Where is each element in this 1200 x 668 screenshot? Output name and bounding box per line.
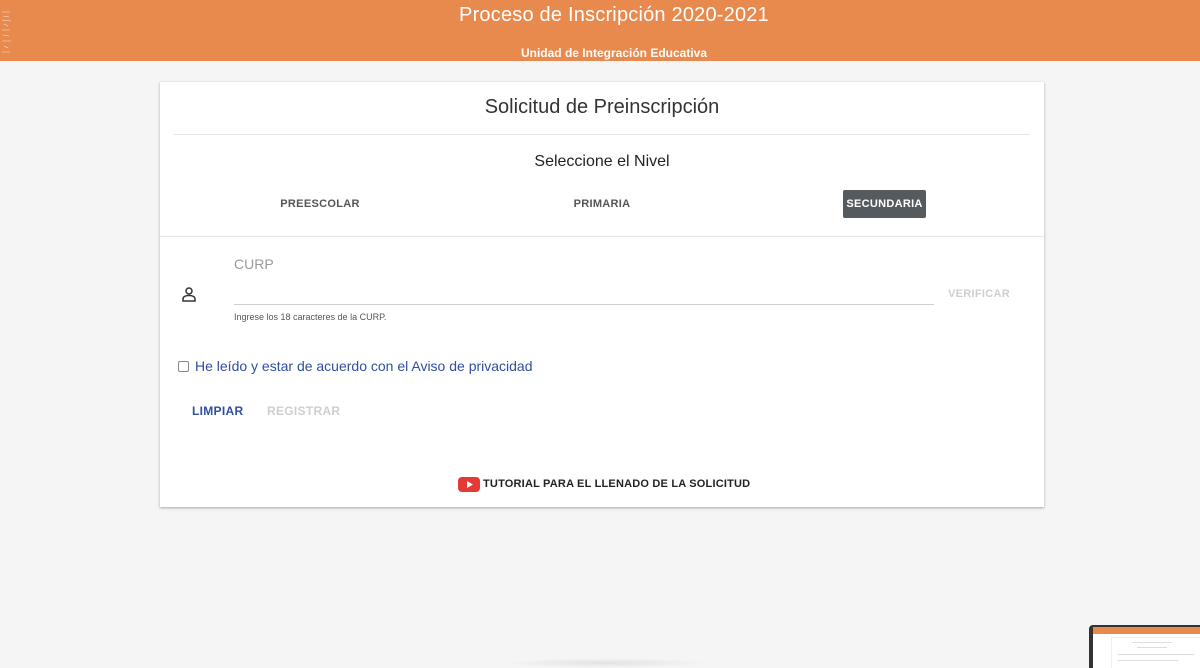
title-divider bbox=[174, 134, 1030, 135]
level-heading: Seleccione el Nivel bbox=[534, 153, 670, 170]
privacy-checkbox[interactable] bbox=[178, 361, 189, 372]
screenshot-thumbnail[interactable] bbox=[1089, 625, 1200, 668]
section-divider bbox=[160, 236, 1044, 237]
thumbnail-line bbox=[1137, 647, 1167, 648]
level-secundaria-button[interactable]: SECUNDARIA bbox=[843, 190, 926, 218]
page-title: Proceso de Inscripción 2020-2021 bbox=[459, 4, 769, 26]
level-primaria-button[interactable]: PRIMARIA bbox=[560, 190, 644, 218]
thumbnail-line bbox=[1118, 654, 1194, 655]
page: Proceso de Inscripción 2020-2021 Unidad … bbox=[0, 0, 1200, 668]
curp-hint: Ingrese los 18 caracteres de la CURP. bbox=[234, 312, 387, 322]
verify-button[interactable]: VERIFICAR bbox=[948, 288, 1010, 300]
thumbnail-card bbox=[1111, 637, 1200, 668]
tutorial-link[interactable]: TUTORIAL PARA EL LLENADO DE LA SOLICITUD bbox=[458, 475, 750, 493]
youtube-icon bbox=[458, 476, 480, 492]
card-title: Solicitud de Preinscripción bbox=[484, 96, 720, 118]
page-subtitle: Unidad de Integración Educativa bbox=[520, 46, 708, 60]
preregistration-card: Solicitud de Preinscripción Seleccione e… bbox=[160, 82, 1044, 507]
bottom-shadow bbox=[500, 658, 710, 668]
curp-label: CURP bbox=[234, 256, 274, 272]
header-banner: Proceso de Inscripción 2020-2021 Unidad … bbox=[0, 0, 1200, 61]
thumbnail-preview bbox=[1093, 627, 1200, 668]
clear-button[interactable]: LIMPIAR bbox=[192, 404, 243, 418]
level-preescolar-button[interactable]: PREESCOLAR bbox=[276, 190, 364, 218]
person-icon bbox=[182, 287, 196, 302]
thumbnail-line bbox=[1118, 660, 1178, 661]
register-button[interactable]: REGISTRAR bbox=[267, 404, 340, 418]
curp-input[interactable] bbox=[234, 278, 934, 305]
thumbnail-header bbox=[1093, 627, 1200, 634]
privacy-notice-link[interactable]: He leído y estar de acuerdo con el Aviso… bbox=[195, 358, 533, 374]
thumbnail-line bbox=[1132, 642, 1172, 643]
tutorial-label: TUTORIAL PARA EL LLENADO DE LA SOLICITUD bbox=[483, 478, 751, 490]
